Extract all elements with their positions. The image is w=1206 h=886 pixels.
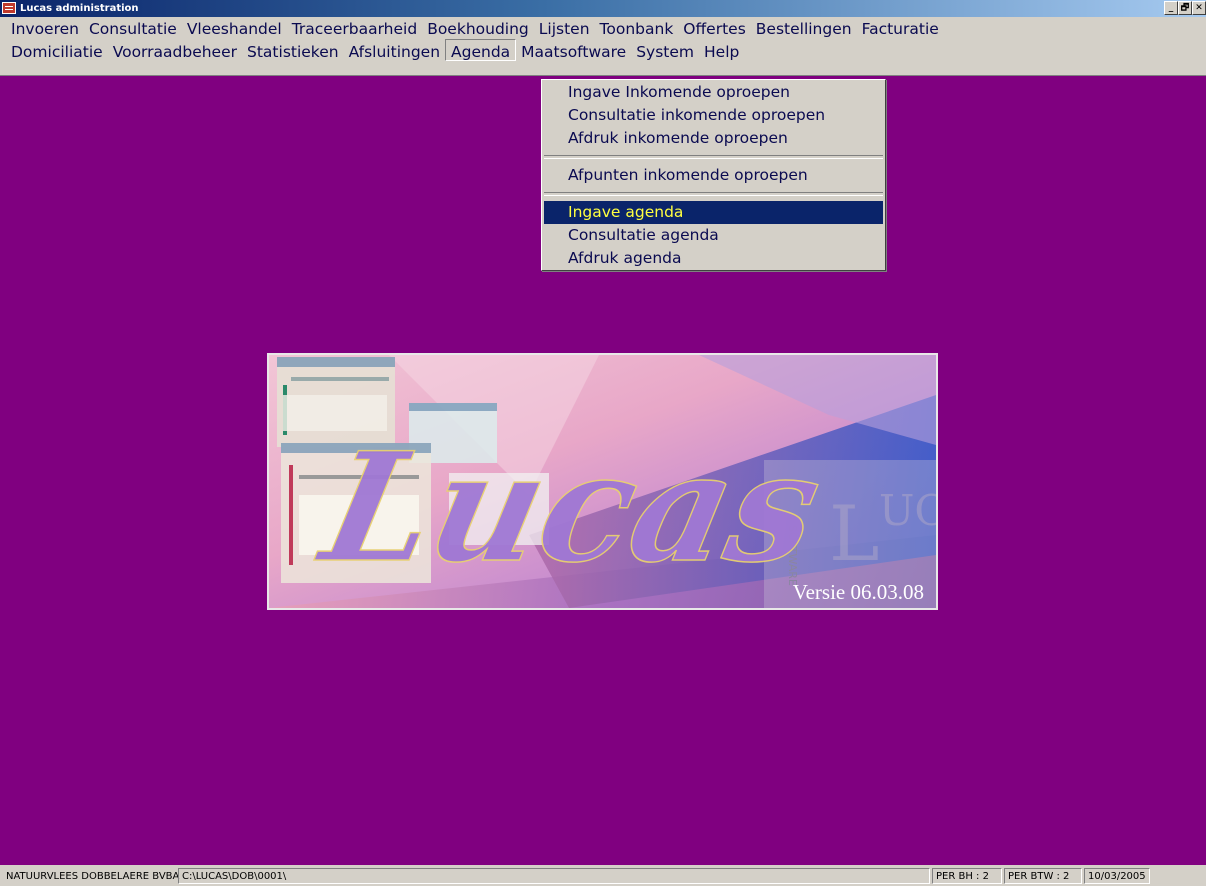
menu-domiciliatie[interactable]: Domiciliatie [6, 40, 108, 62]
menu-offertes[interactable]: Offertes [678, 17, 750, 39]
status-date: 10/03/2005 [1084, 868, 1150, 884]
menu-boekhouding[interactable]: Boekhouding [422, 17, 534, 39]
menu-item-consultatie-inkomende-oproepen[interactable]: Consultatie inkomende oproepen [544, 104, 883, 127]
splash-image: SOFTWARE L UO Lucas Versie 06.03.08 [267, 353, 938, 610]
menu-help[interactable]: Help [699, 40, 744, 62]
menu-row-2: Domiciliatie Voorraadbeheer Statistieken Af… [6, 39, 744, 63]
menu-bar: Invoeren Consultatie Vleeshandel Traceerbaa… [0, 17, 1206, 75]
menu-voorraadbeheer[interactable]: Voorraadbeheer [108, 40, 242, 62]
title-bar: Lucas administration _ 🗗 ✕ [0, 0, 1206, 17]
status-path: C:\LUCAS\DOB\0001\ [178, 868, 930, 884]
svg-text:L: L [829, 489, 879, 578]
menu-lijsten[interactable]: Lijsten [534, 17, 595, 39]
menu-system[interactable]: System [631, 40, 699, 62]
menu-traceerbaarheid[interactable]: Traceerbaarheid [287, 17, 422, 39]
menu-item-consultatie-agenda[interactable]: Consultatie agenda [544, 224, 883, 247]
app-icon[interactable] [2, 2, 16, 14]
menu-agenda[interactable]: Agenda [445, 39, 517, 61]
menu-row-1: Invoeren Consultatie Vleeshandel Traceerbaa… [6, 17, 944, 41]
status-per-bh: PER BH : 2 [932, 868, 1002, 884]
menu-maatsoftware[interactable]: Maatsoftware [516, 40, 631, 62]
status-company: NATUURVLEES DOBBELAERE BVBA [6, 871, 180, 882]
lucas-logo-text: Lucas [306, 420, 835, 596]
close-button[interactable]: ✕ [1192, 1, 1206, 15]
menu-facturatie[interactable]: Facturatie [857, 17, 944, 39]
status-bar: NATUURVLEES DOBBELAERE BVBA C:\LUCAS\DOB… [0, 865, 1206, 886]
menu-bestellingen[interactable]: Bestellingen [751, 17, 857, 39]
menu-afsluitingen[interactable]: Afsluitingen [344, 40, 445, 62]
status-per-btw: PER BTW : 2 [1004, 868, 1082, 884]
menu-toonbank[interactable]: Toonbank [595, 17, 679, 39]
menu-item-ingave-inkomende-oproepen[interactable]: Ingave Inkomende oproepen [544, 81, 883, 104]
svg-text:UO: UO [879, 486, 936, 535]
menu-invoeren[interactable]: Invoeren [6, 17, 84, 39]
menu-item-afpunten-inkomende-oproepen[interactable]: Afpunten inkomende oproepen [544, 164, 883, 187]
minimize-button[interactable]: _ [1164, 1, 1178, 15]
menu-item-afdruk-inkomende-oproepen[interactable]: Afdruk inkomende oproepen [544, 127, 883, 150]
window-title: Lucas administration [20, 3, 139, 14]
menu-vleeshandel[interactable]: Vleeshandel [182, 17, 287, 39]
menu-consultatie[interactable]: Consultatie [84, 17, 182, 39]
menu-item-ingave-agenda[interactable]: Ingave agenda [544, 201, 883, 224]
restore-button[interactable]: 🗗 [1178, 1, 1192, 15]
agenda-dropdown-menu: Ingave Inkomende oproepen Consultatie ink… [541, 79, 886, 271]
menu-item-afdruk-agenda[interactable]: Afdruk agenda [544, 247, 883, 270]
menu-statistieken[interactable]: Statistieken [242, 40, 344, 62]
version-label: Versie 06.03.08 [793, 580, 924, 604]
menu-separator [544, 155, 883, 159]
menu-separator [544, 192, 883, 196]
